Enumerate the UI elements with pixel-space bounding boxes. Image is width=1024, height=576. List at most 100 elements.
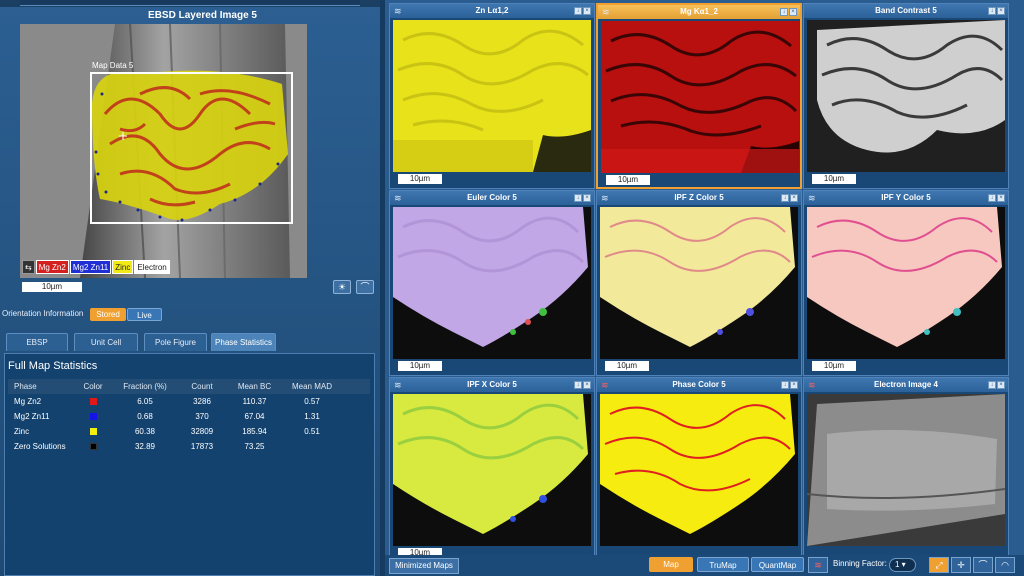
curve-icon[interactable]: ⌒: [973, 557, 993, 573]
tile-header: ≋ Electron Image 4 ↓ ×: [804, 378, 1008, 392]
tab-pole-figure[interactable]: Pole Figure: [144, 333, 207, 351]
map-button[interactable]: Map: [649, 557, 693, 572]
export-icon[interactable]: ↓: [781, 194, 789, 202]
trumap-button[interactable]: TruMap: [697, 557, 749, 572]
close-icon[interactable]: ×: [997, 7, 1005, 15]
close-icon[interactable]: ×: [583, 7, 591, 15]
scale-bar: 10µm: [605, 361, 649, 371]
close-icon[interactable]: ×: [790, 194, 798, 202]
legend-mg-zn2[interactable]: Mg Zn2: [35, 260, 69, 274]
crosshair-icon[interactable]: ✛: [951, 557, 971, 573]
map-data-selection-box[interactable]: [90, 72, 293, 224]
cell-mean-bc: 185.94: [242, 427, 267, 436]
header-color[interactable]: Color: [73, 379, 113, 394]
orientation-information-bar: Orientation Information Stored Live: [0, 306, 385, 322]
tile-header: ≋ Mg Kα1_2 ↓ ×: [598, 5, 800, 19]
binning-factor-select[interactable]: 1 ▾: [889, 558, 916, 572]
legend-icon[interactable]: ⇆: [22, 260, 35, 274]
tile-title: Mg Kα1_2: [680, 7, 718, 16]
export-icon[interactable]: ↓: [780, 8, 788, 16]
left-panel: EBSD Layered Image 5 Map Data 5 ⇆ Mg Zn2…: [0, 0, 385, 576]
map-data-label: Map Data 5: [92, 61, 134, 70]
ipf-y-map-image[interactable]: [807, 207, 1005, 359]
zn-map-image[interactable]: [393, 20, 591, 172]
tab-unit-cell[interactable]: Unit Cell: [74, 333, 138, 351]
legend-zinc[interactable]: Zinc: [112, 260, 134, 274]
live-button[interactable]: Live: [127, 308, 162, 321]
tile-header: ≋ Zn Lα1,2 ↓ ×: [390, 4, 594, 18]
tile-buttons: ↓ ×: [780, 381, 798, 389]
map-tile-mg[interactable]: ≋ Mg Kα1_2 ↓ × 10µm: [596, 3, 802, 189]
map-tile-euler[interactable]: ≋ Euler Color 5 ↓ × 10µm: [389, 190, 595, 376]
phase-statistics-panel: Full Map Statistics Phase Color Fraction…: [4, 353, 375, 576]
table-row[interactable]: Zero Solutions 32.89 17873 73.25: [8, 439, 370, 454]
legend-electron[interactable]: Electron: [134, 260, 170, 274]
tile-title: IPF Y Color 5: [881, 193, 931, 202]
brightness-icon[interactable]: ☀: [333, 280, 351, 294]
cell-fraction: 32.89: [134, 442, 156, 451]
map-tile-electron-image[interactable]: ≋ Electron Image 4 ↓ ×: [803, 377, 1009, 563]
ipf-z-map-image[interactable]: [600, 207, 798, 359]
header-count[interactable]: Count: [177, 379, 227, 394]
export-icon[interactable]: ↓: [574, 381, 582, 389]
export-icon[interactable]: ↓: [988, 194, 996, 202]
legend-mg2-zn11[interactable]: Mg2 Zn11: [69, 260, 112, 274]
color-swatch: [89, 398, 97, 406]
electron-image[interactable]: [807, 394, 1005, 546]
export-icon[interactable]: ↓: [574, 7, 582, 15]
stats-table: Phase Color Fraction (%) Count Mean BC M…: [8, 379, 370, 454]
tile-header: Band Contrast 5 ↓ ×: [804, 4, 1008, 18]
zoom-icon[interactable]: ⤢: [929, 557, 949, 573]
tab-phase-statistics[interactable]: Phase Statistics: [211, 333, 276, 351]
scale-bar: 10µm: [398, 361, 442, 371]
close-icon[interactable]: ×: [789, 8, 797, 16]
stored-button[interactable]: Stored: [90, 308, 126, 321]
close-icon[interactable]: ×: [997, 194, 1005, 202]
cell-mean-bc: 67.04: [244, 412, 265, 421]
close-icon[interactable]: ×: [583, 381, 591, 389]
minimized-maps-tab[interactable]: Minimized Maps: [389, 558, 459, 574]
export-icon[interactable]: ↓: [988, 7, 996, 15]
layers-icon[interactable]: ≋: [808, 557, 828, 573]
scale-bar: 10µm: [812, 361, 856, 371]
phase-color-map-image[interactable]: [600, 394, 798, 546]
layered-image-view[interactable]: Map Data 5: [20, 24, 307, 278]
header-fraction[interactable]: Fraction (%): [113, 379, 177, 394]
maps-grid-panel: ≋ Zn Lα1,2 ↓ × 10µm ≋ Mg Kα1_2 ↓ × 10µm …: [385, 0, 1024, 576]
export-icon[interactable]: ↓: [781, 381, 789, 389]
table-row[interactable]: Zinc 60.38 32809 185.94 0.51: [8, 424, 370, 439]
cell-count: 17873: [190, 442, 214, 451]
quantmap-button[interactable]: QuantMap: [751, 557, 804, 572]
map-tile-ipf-y[interactable]: ≋ IPF Y Color 5 ↓ × 10µm: [803, 190, 1009, 376]
top-tab-bar[interactable]: [20, 0, 360, 6]
close-icon[interactable]: ×: [997, 381, 1005, 389]
tile-buttons: ↓ ×: [987, 194, 1005, 202]
tab-ebsp[interactable]: EBSP: [6, 333, 68, 351]
rainbow-icon[interactable]: ◠: [995, 557, 1015, 573]
table-row[interactable]: Mg2 Zn11 0.68 370 67.04 1.31: [8, 409, 370, 424]
zn-map-graphic: [393, 20, 591, 172]
map-tile-ipf-x[interactable]: ≋ IPF X Color 5 ↓ × 10µm: [389, 377, 595, 563]
map-tile-phase-color[interactable]: ≋ Phase Color 5 ↓ ×: [596, 377, 802, 563]
mg-map-image[interactable]: [601, 21, 799, 173]
header-mean-mad[interactable]: Mean MAD: [282, 379, 342, 394]
ipf-x-map-image[interactable]: [393, 394, 591, 546]
export-icon[interactable]: ↓: [574, 194, 582, 202]
cell-fraction: 0.68: [137, 412, 153, 421]
header-phase[interactable]: Phase: [8, 379, 73, 394]
table-row[interactable]: Mg Zn2 6.05 3286 110.37 0.57: [8, 394, 370, 409]
header-mean-bc[interactable]: Mean BC: [227, 379, 282, 394]
close-icon[interactable]: ×: [583, 194, 591, 202]
euler-map-image[interactable]: [393, 207, 591, 359]
color-swatch: [89, 443, 97, 451]
map-tile-ipf-z[interactable]: ≋ IPF Z Color 5 ↓ × 10µm: [596, 190, 802, 376]
phase-legend: ⇆ Mg Zn2 Mg2 Zn11 Zinc Electron: [22, 260, 171, 274]
export-icon[interactable]: ↓: [988, 381, 996, 389]
close-icon[interactable]: ×: [790, 381, 798, 389]
band-contrast-image[interactable]: [807, 20, 1005, 172]
map-tile-zn[interactable]: ≋ Zn Lα1,2 ↓ × 10µm: [389, 3, 595, 189]
map-tile-band-contrast[interactable]: Band Contrast 5 ↓ × 10µm: [803, 3, 1009, 189]
curve-icon[interactable]: ⌒: [356, 280, 374, 294]
layered-scale-bar: 10µm: [22, 282, 82, 292]
scale-bar: 10µm: [606, 175, 650, 185]
